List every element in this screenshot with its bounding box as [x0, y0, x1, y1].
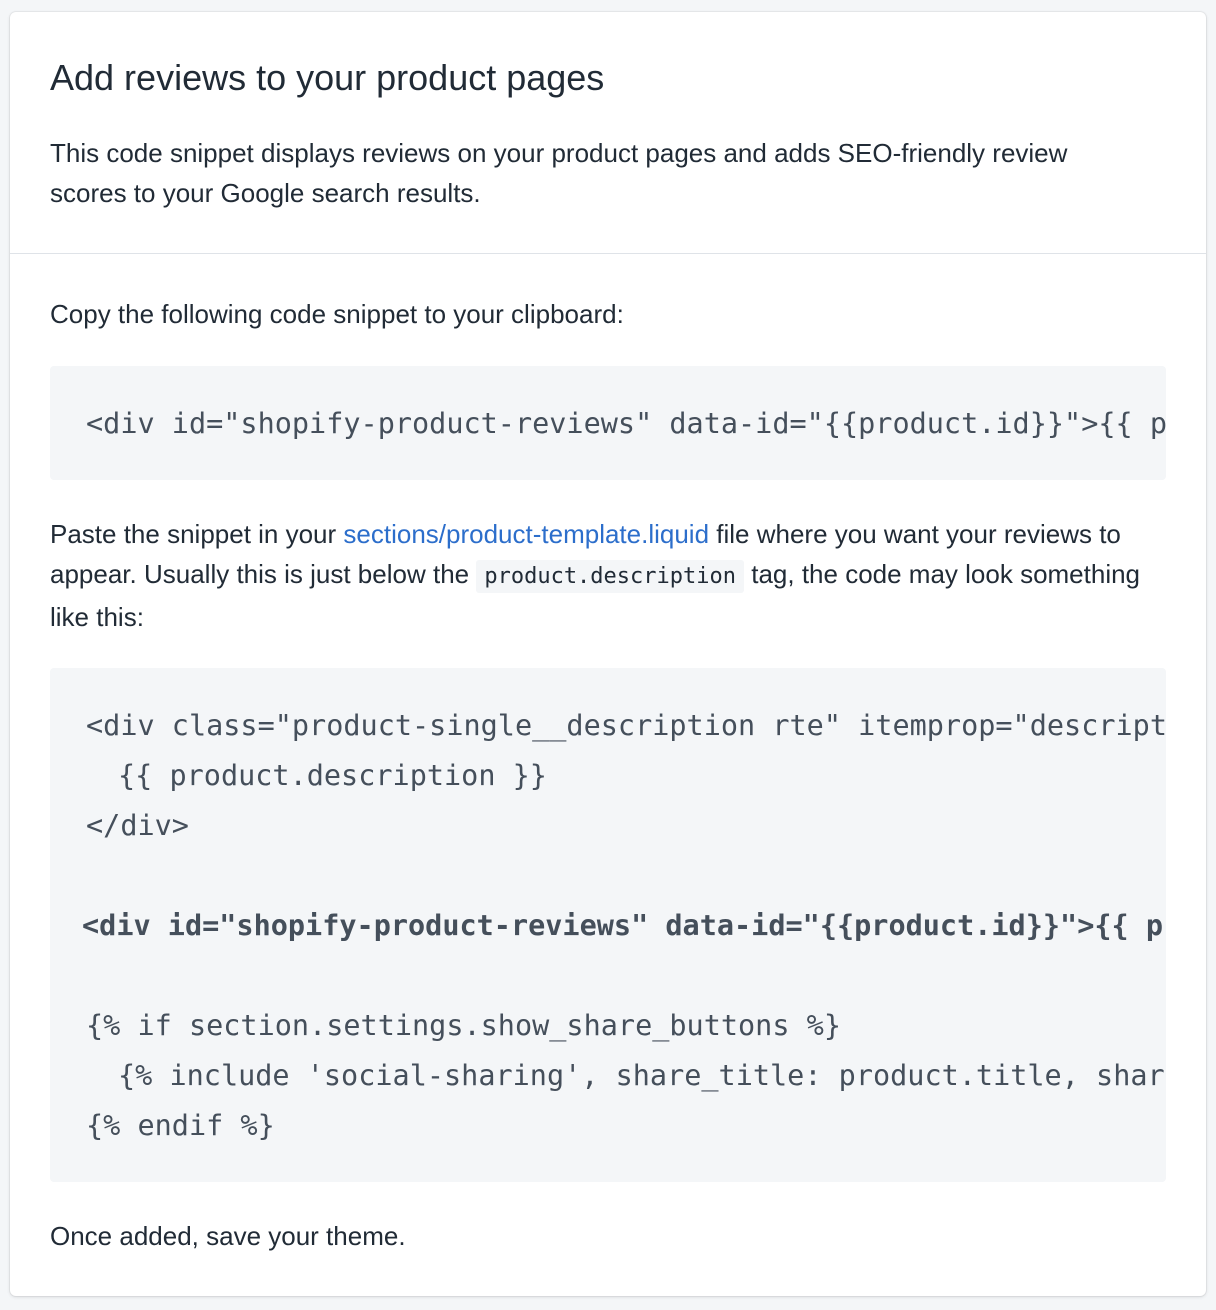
- example-code-line[interactable]: <div class="product-single__description …: [86, 706, 1166, 746]
- snippet-code-line[interactable]: <div id="shopify-product-reviews" data-i…: [86, 404, 1166, 444]
- example-code-line[interactable]: {% if section.settings.show_share_button…: [86, 1006, 841, 1046]
- snippet-code-block[interactable]: <div id="shopify-product-reviews" data-i…: [50, 366, 1166, 480]
- example-code-line-highlight[interactable]: <div id="shopify-product-reviews" data-i…: [82, 906, 1163, 946]
- example-code-line[interactable]: </div>: [86, 806, 189, 846]
- product-template-link[interactable]: sections/product-template.liquid: [343, 519, 709, 549]
- paste-instruction-prefix: Paste the snippet in your: [50, 519, 344, 549]
- paste-instruction: Paste the snippet in your sections/produ…: [50, 514, 1160, 637]
- card-title: Add reviews to your product pages: [50, 57, 605, 98]
- card-header: Add reviews to your product pages This c…: [10, 12, 1206, 254]
- example-code-line[interactable]: {% include 'social-sharing', share_title…: [118, 1056, 1165, 1096]
- example-code-line[interactable]: {{ product.description }}: [118, 756, 547, 796]
- copy-instruction: Copy the following code snippet to your …: [50, 299, 624, 329]
- example-code-block[interactable]: <div class="product-single__description …: [50, 668, 1166, 1182]
- card-intro: This code snippet displays reviews on yo…: [50, 138, 1068, 208]
- example-code-line[interactable]: {% endif %}: [86, 1106, 275, 1146]
- inline-code-product-description: product.description: [476, 560, 745, 593]
- save-theme-note: Once added, save your theme.: [50, 1221, 406, 1251]
- reviews-setup-card: Add reviews to your product pages This c…: [10, 12, 1206, 1296]
